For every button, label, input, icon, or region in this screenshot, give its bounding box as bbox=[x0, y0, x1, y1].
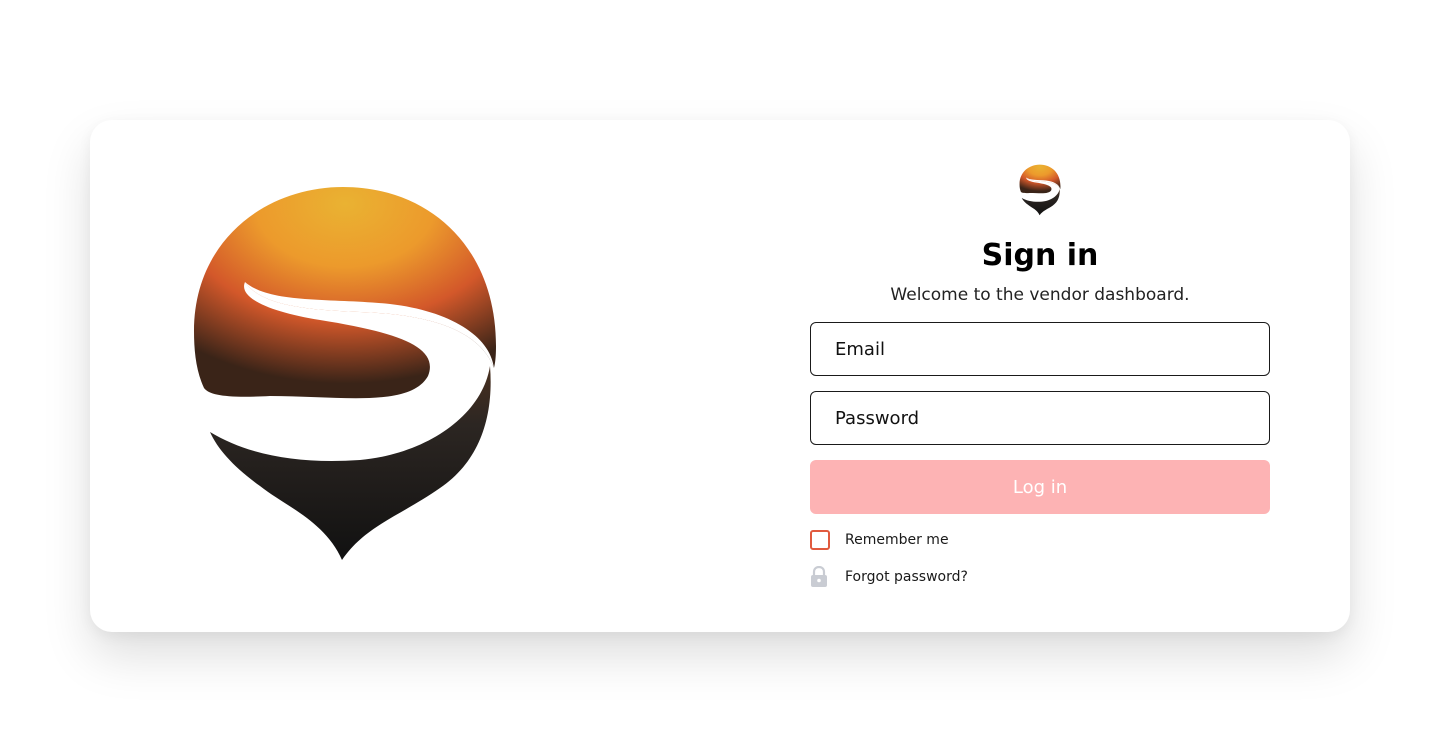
login-button[interactable]: Log in bbox=[810, 460, 1270, 514]
welcome-subtitle: Welcome to the vendor dashboard. bbox=[890, 285, 1190, 305]
page-title: Sign in bbox=[981, 238, 1099, 273]
forgot-password-row: Forgot password? bbox=[810, 566, 1270, 588]
remember-me-checkbox[interactable] bbox=[810, 530, 830, 550]
email-field[interactable] bbox=[810, 322, 1270, 376]
lock-icon bbox=[811, 566, 827, 587]
signin-form: Sign in Welcome to the vendor dashboard.… bbox=[810, 164, 1270, 588]
login-card: Sign in Welcome to the vendor dashboard.… bbox=[90, 120, 1350, 632]
forgot-password-link[interactable]: Forgot password? bbox=[845, 569, 968, 585]
remember-me-label[interactable]: Remember me bbox=[845, 532, 949, 548]
brand-logo-icon bbox=[1019, 164, 1061, 216]
brand-logo-large bbox=[194, 187, 496, 560]
password-field[interactable] bbox=[810, 391, 1270, 445]
remember-me-row: Remember me bbox=[810, 529, 1270, 551]
